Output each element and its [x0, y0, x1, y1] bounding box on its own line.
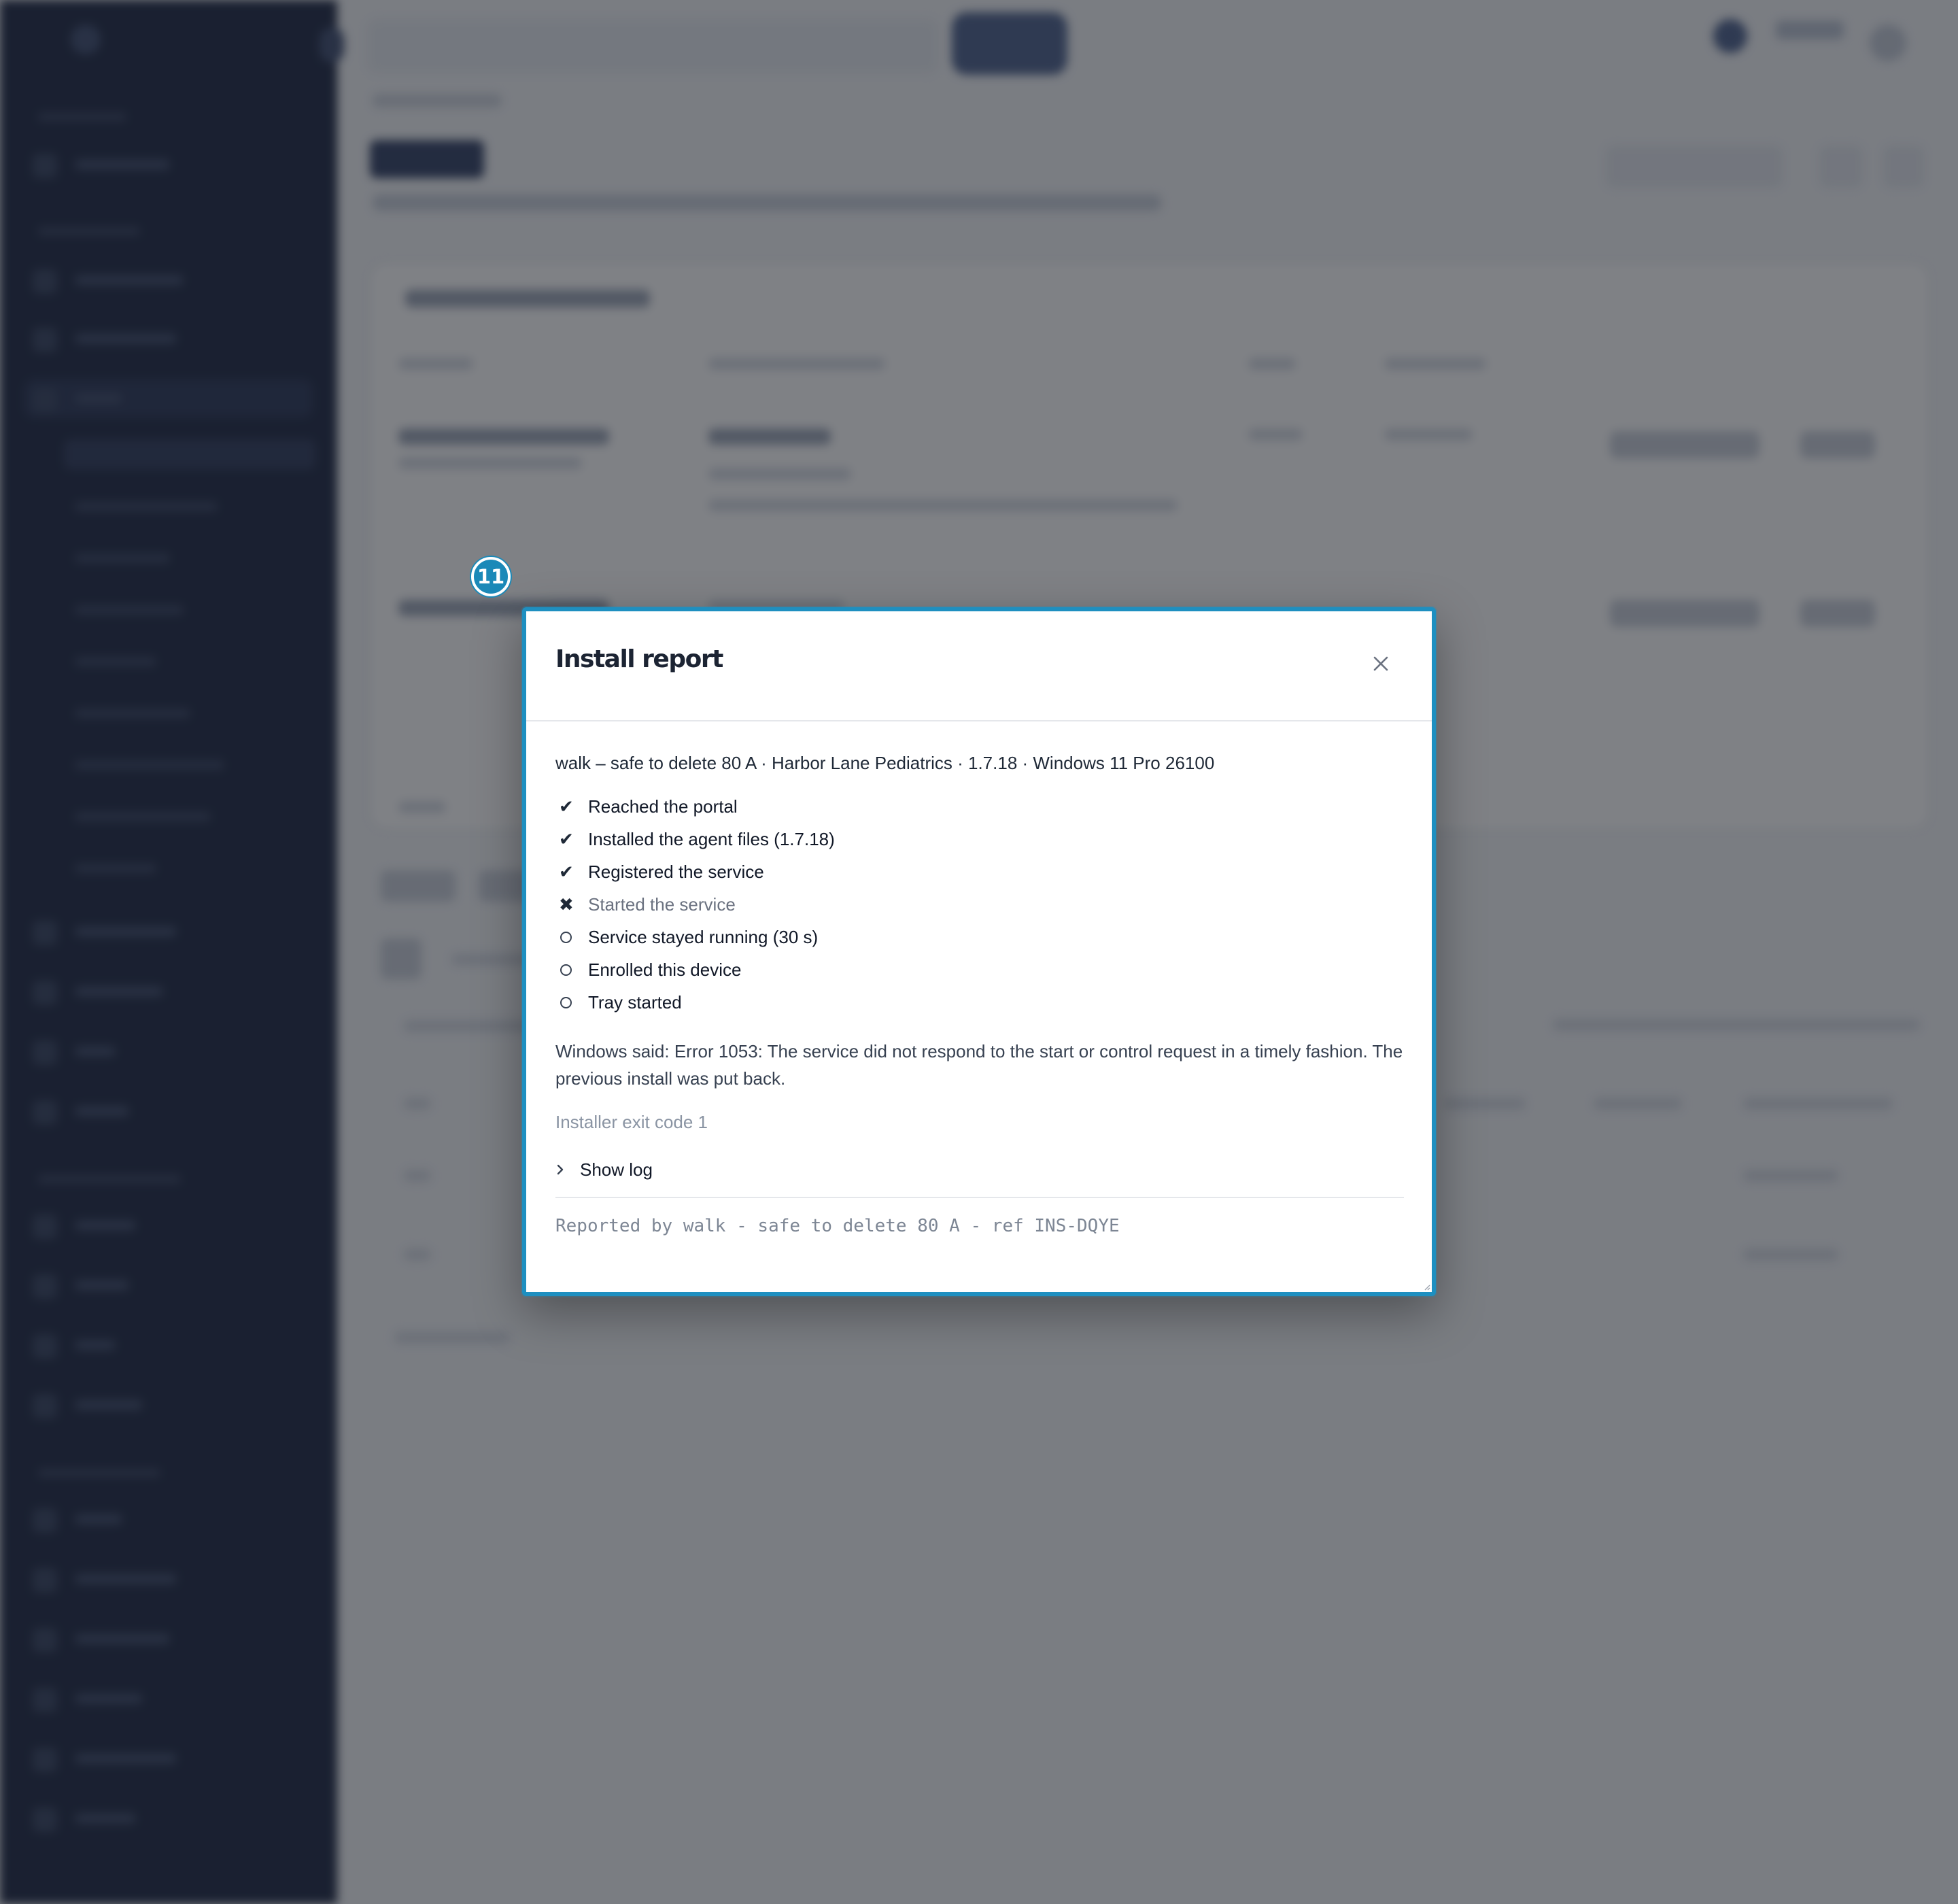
cross-icon: ✖ — [559, 894, 574, 915]
close-button[interactable] — [1365, 648, 1396, 679]
check-icon: ✔ — [559, 796, 574, 817]
chevron-right-icon — [555, 1163, 580, 1176]
step-badge: 11 — [471, 557, 511, 596]
step-item-pending: Tray started — [555, 986, 1403, 1019]
step-label: Installed the agent files (1.7.18) — [588, 828, 835, 849]
step-item-pending: Service stayed running (30 s) — [555, 921, 1403, 953]
show-log-label: Show log — [580, 1159, 653, 1180]
step-label: Service stayed running (30 s) — [588, 926, 819, 947]
error-message: Windows said: Error 1053: The service di… — [555, 1041, 1403, 1089]
dialog-body: walk – safe to delete 80 A · Harbor Lane… — [555, 751, 1404, 1236]
step-item: ✔ Installed the agent files (1.7.18) — [555, 823, 1403, 855]
resize-grip-icon[interactable] — [1422, 1282, 1430, 1291]
step-item-pending: Enrolled this device — [555, 953, 1403, 986]
step-item: ✔ Reached the portal — [555, 790, 1403, 823]
divider — [555, 1197, 1404, 1198]
report-reference: Reported by walk - safe to delete 80 A -… — [555, 1216, 1120, 1236]
step-item: ✔ Registered the service — [555, 855, 1403, 888]
empty-circle-icon — [555, 964, 588, 976]
check-icon: ✔ — [559, 861, 574, 882]
close-icon — [1373, 656, 1388, 671]
step-label: Registered the service — [588, 861, 764, 882]
install-report-dialog: Install report walk – safe to delete 80 … — [522, 607, 1436, 1296]
empty-circle-icon — [555, 996, 588, 1008]
step-item-failed: ✖ Started the service — [555, 888, 1403, 921]
install-summary: walk – safe to delete 80 A · Harbor Lane… — [555, 753, 1215, 773]
step-label: Reached the portal — [588, 796, 738, 817]
dialog-header: Install report — [526, 611, 1432, 721]
exit-code: Installer exit code 1 — [555, 1112, 708, 1132]
empty-circle-icon — [555, 931, 588, 943]
step-label: Started the service — [588, 894, 736, 915]
check-icon: ✔ — [559, 828, 574, 849]
show-log-toggle[interactable]: Show log — [555, 1157, 1403, 1182]
step-label: Tray started — [588, 991, 682, 1013]
step-label: Enrolled this device — [588, 959, 742, 980]
dialog-title: Install report — [555, 645, 723, 673]
install-steps: ✔ Reached the portal ✔ Installed the age… — [555, 790, 1403, 1019]
